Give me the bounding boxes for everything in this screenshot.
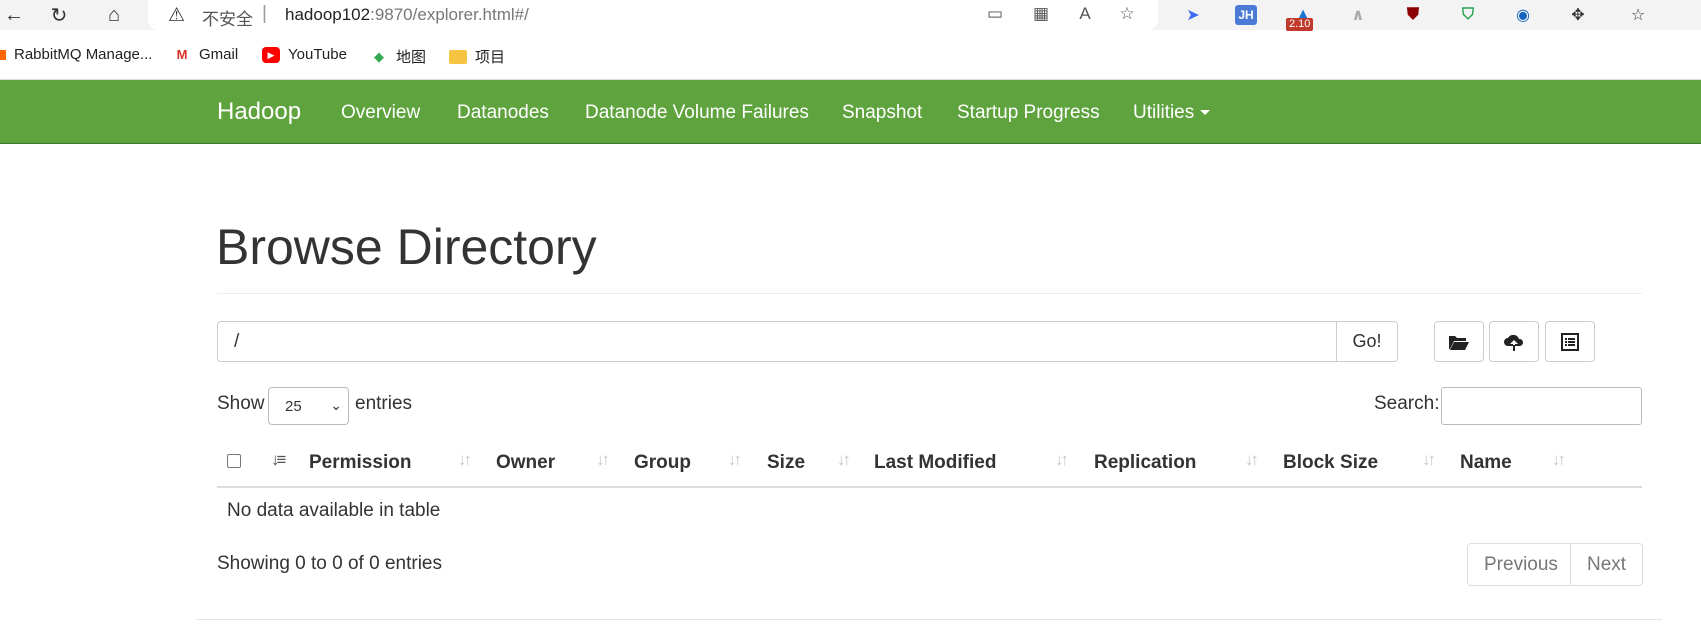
- favorites-icon[interactable]: ☆: [1625, 3, 1651, 27]
- bookmark-maps[interactable]: ◆ 地图: [370, 46, 426, 67]
- entries-label: entries: [355, 393, 413, 414]
- extension-bird-icon[interactable]: ➤: [1180, 3, 1206, 27]
- sort-icon[interactable]: ↓↑: [1055, 450, 1069, 470]
- go-button[interactable]: Go!: [1336, 321, 1398, 362]
- table-header-divider: [217, 486, 1642, 488]
- maps-icon: ◆: [374, 48, 384, 64]
- column-last-modified[interactable]: Last Modified: [874, 452, 996, 474]
- extensions-puzzle-icon[interactable]: ✥: [1565, 3, 1591, 27]
- page-title: Browse Directory: [216, 219, 597, 275]
- qr-code-icon[interactable]: ▦: [1028, 4, 1054, 24]
- path-value: /: [234, 330, 240, 352]
- bookmark-label: 地图: [396, 49, 427, 66]
- page-size-select[interactable]: 25 ⌄: [268, 387, 349, 425]
- list-alt-icon: [1561, 332, 1579, 351]
- back-icon[interactable]: ←: [0, 2, 28, 28]
- hadoop-navbar: Hadoop Overview Datanodes Datanode Volum…: [0, 80, 1701, 144]
- url-path: :9870/explorer.html#/: [370, 5, 529, 24]
- shield-check-icon[interactable]: ⛉: [1455, 3, 1481, 27]
- bookmark-rabbitmq[interactable]: RabbitMQ Manage...: [0, 46, 152, 63]
- warning-icon: ⚠: [168, 5, 186, 26]
- folder-icon: [449, 49, 467, 64]
- search-label: Search:: [1374, 393, 1440, 414]
- bookmark-gmail[interactable]: M Gmail: [173, 46, 239, 63]
- navbar-brand[interactable]: Hadoop: [217, 98, 301, 126]
- title-divider: [217, 293, 1642, 294]
- sort-icon[interactable]: ↓↑: [1422, 450, 1436, 470]
- home-icon[interactable]: ⌂: [100, 2, 128, 28]
- column-owner[interactable]: Owner: [496, 452, 555, 474]
- footer-divider: [197, 619, 1662, 620]
- bookmark-youtube[interactable]: ▶ YouTube: [262, 46, 347, 63]
- reload-icon[interactable]: ↻: [45, 2, 73, 28]
- sort-icon[interactable]: ↓↑: [1245, 450, 1259, 470]
- column-group[interactable]: Group: [634, 452, 691, 474]
- create-directory-button[interactable]: [1434, 321, 1484, 362]
- bookmark-label: Gmail: [199, 46, 239, 63]
- caret-down-icon: [1200, 110, 1211, 116]
- page-size-value: 25: [285, 397, 302, 415]
- add-favorite-icon[interactable]: ☆: [1114, 4, 1140, 24]
- column-name[interactable]: Name: [1460, 452, 1512, 474]
- extension-badge: 2.10: [1286, 18, 1314, 31]
- sort-icon[interactable]: ↓↑: [1552, 450, 1566, 470]
- bookmark-label: RabbitMQ Manage...: [14, 46, 153, 63]
- rabbitmq-icon: [0, 49, 6, 60]
- bookmark-folder[interactable]: 项目: [449, 46, 505, 67]
- extension-circle-icon[interactable]: ◉: [1510, 3, 1536, 27]
- chevron-down-icon: ⌄: [330, 397, 342, 413]
- upload-files-button[interactable]: [1489, 321, 1539, 362]
- nav-utilities[interactable]: Utilities: [1133, 102, 1211, 124]
- nav-overview[interactable]: Overview: [341, 102, 420, 124]
- select-all-checkbox[interactable]: [227, 454, 241, 468]
- gmail-icon: M: [176, 46, 188, 62]
- column-block-size[interactable]: Block Size: [1283, 452, 1378, 474]
- read-aloud-icon[interactable]: A: [1072, 4, 1098, 24]
- previous-button[interactable]: Previous: [1467, 543, 1571, 586]
- address-separator: |: [262, 3, 267, 24]
- cloud-upload-icon: [1504, 334, 1524, 351]
- app-available-icon[interactable]: ▭: [982, 4, 1008, 24]
- table-info: Showing 0 to 0 of 0 entries: [217, 553, 442, 574]
- nav-datanodes[interactable]: Datanodes: [457, 102, 549, 124]
- nav-volume-failures[interactable]: Datanode Volume Failures: [585, 102, 809, 124]
- sort-icon[interactable]: ↓↑: [837, 450, 851, 470]
- ublock-icon[interactable]: ⛊: [1400, 3, 1426, 27]
- address-bar[interactable]: ⚠ 不安全 | hadoop102:9870/explorer.html#/ ▭…: [148, 0, 1158, 30]
- nav-startup-progress[interactable]: Startup Progress: [957, 102, 1100, 124]
- nav-utilities-label: Utilities: [1133, 102, 1195, 123]
- table-search-input[interactable]: [1441, 387, 1642, 425]
- sort-numeric-icon[interactable]: ↓≡: [271, 450, 287, 470]
- empty-table-message: No data available in table: [227, 500, 441, 521]
- sort-icon[interactable]: ↓↑: [728, 450, 742, 470]
- next-button[interactable]: Next: [1571, 543, 1643, 586]
- url-text[interactable]: hadoop102:9870/explorer.html#/: [285, 5, 529, 25]
- column-replication[interactable]: Replication: [1094, 452, 1196, 474]
- extension-mountain-icon[interactable]: ∧: [1345, 3, 1371, 27]
- column-size[interactable]: Size: [767, 452, 805, 474]
- youtube-icon: ▶: [262, 46, 280, 63]
- url-host: hadoop102: [285, 5, 371, 24]
- security-label: 不安全: [202, 10, 253, 29]
- nav-snapshot[interactable]: Snapshot: [842, 102, 922, 124]
- folder-open-icon: [1449, 335, 1469, 350]
- extension-jh-icon[interactable]: JH: [1235, 5, 1257, 25]
- sort-icon[interactable]: ↓↑: [458, 450, 472, 470]
- browser-toolbar: ← ↻ ⌂ ⚠ 不安全 | hadoop102:9870/explorer.ht…: [0, 0, 1701, 31]
- bookmark-label: 项目: [475, 49, 506, 66]
- cut-paste-button[interactable]: [1545, 321, 1595, 362]
- pagination: Previous Next: [1467, 543, 1643, 586]
- directory-path-input[interactable]: /: [217, 321, 1337, 362]
- column-permission[interactable]: Permission: [309, 452, 411, 474]
- show-label: Show: [217, 393, 265, 414]
- sort-icon[interactable]: ↓↑: [596, 450, 610, 470]
- bookmark-label: YouTube: [288, 46, 347, 63]
- bookmarks-bar: RabbitMQ Manage... M Gmail ▶ YouTube ◆ 地…: [0, 40, 1701, 74]
